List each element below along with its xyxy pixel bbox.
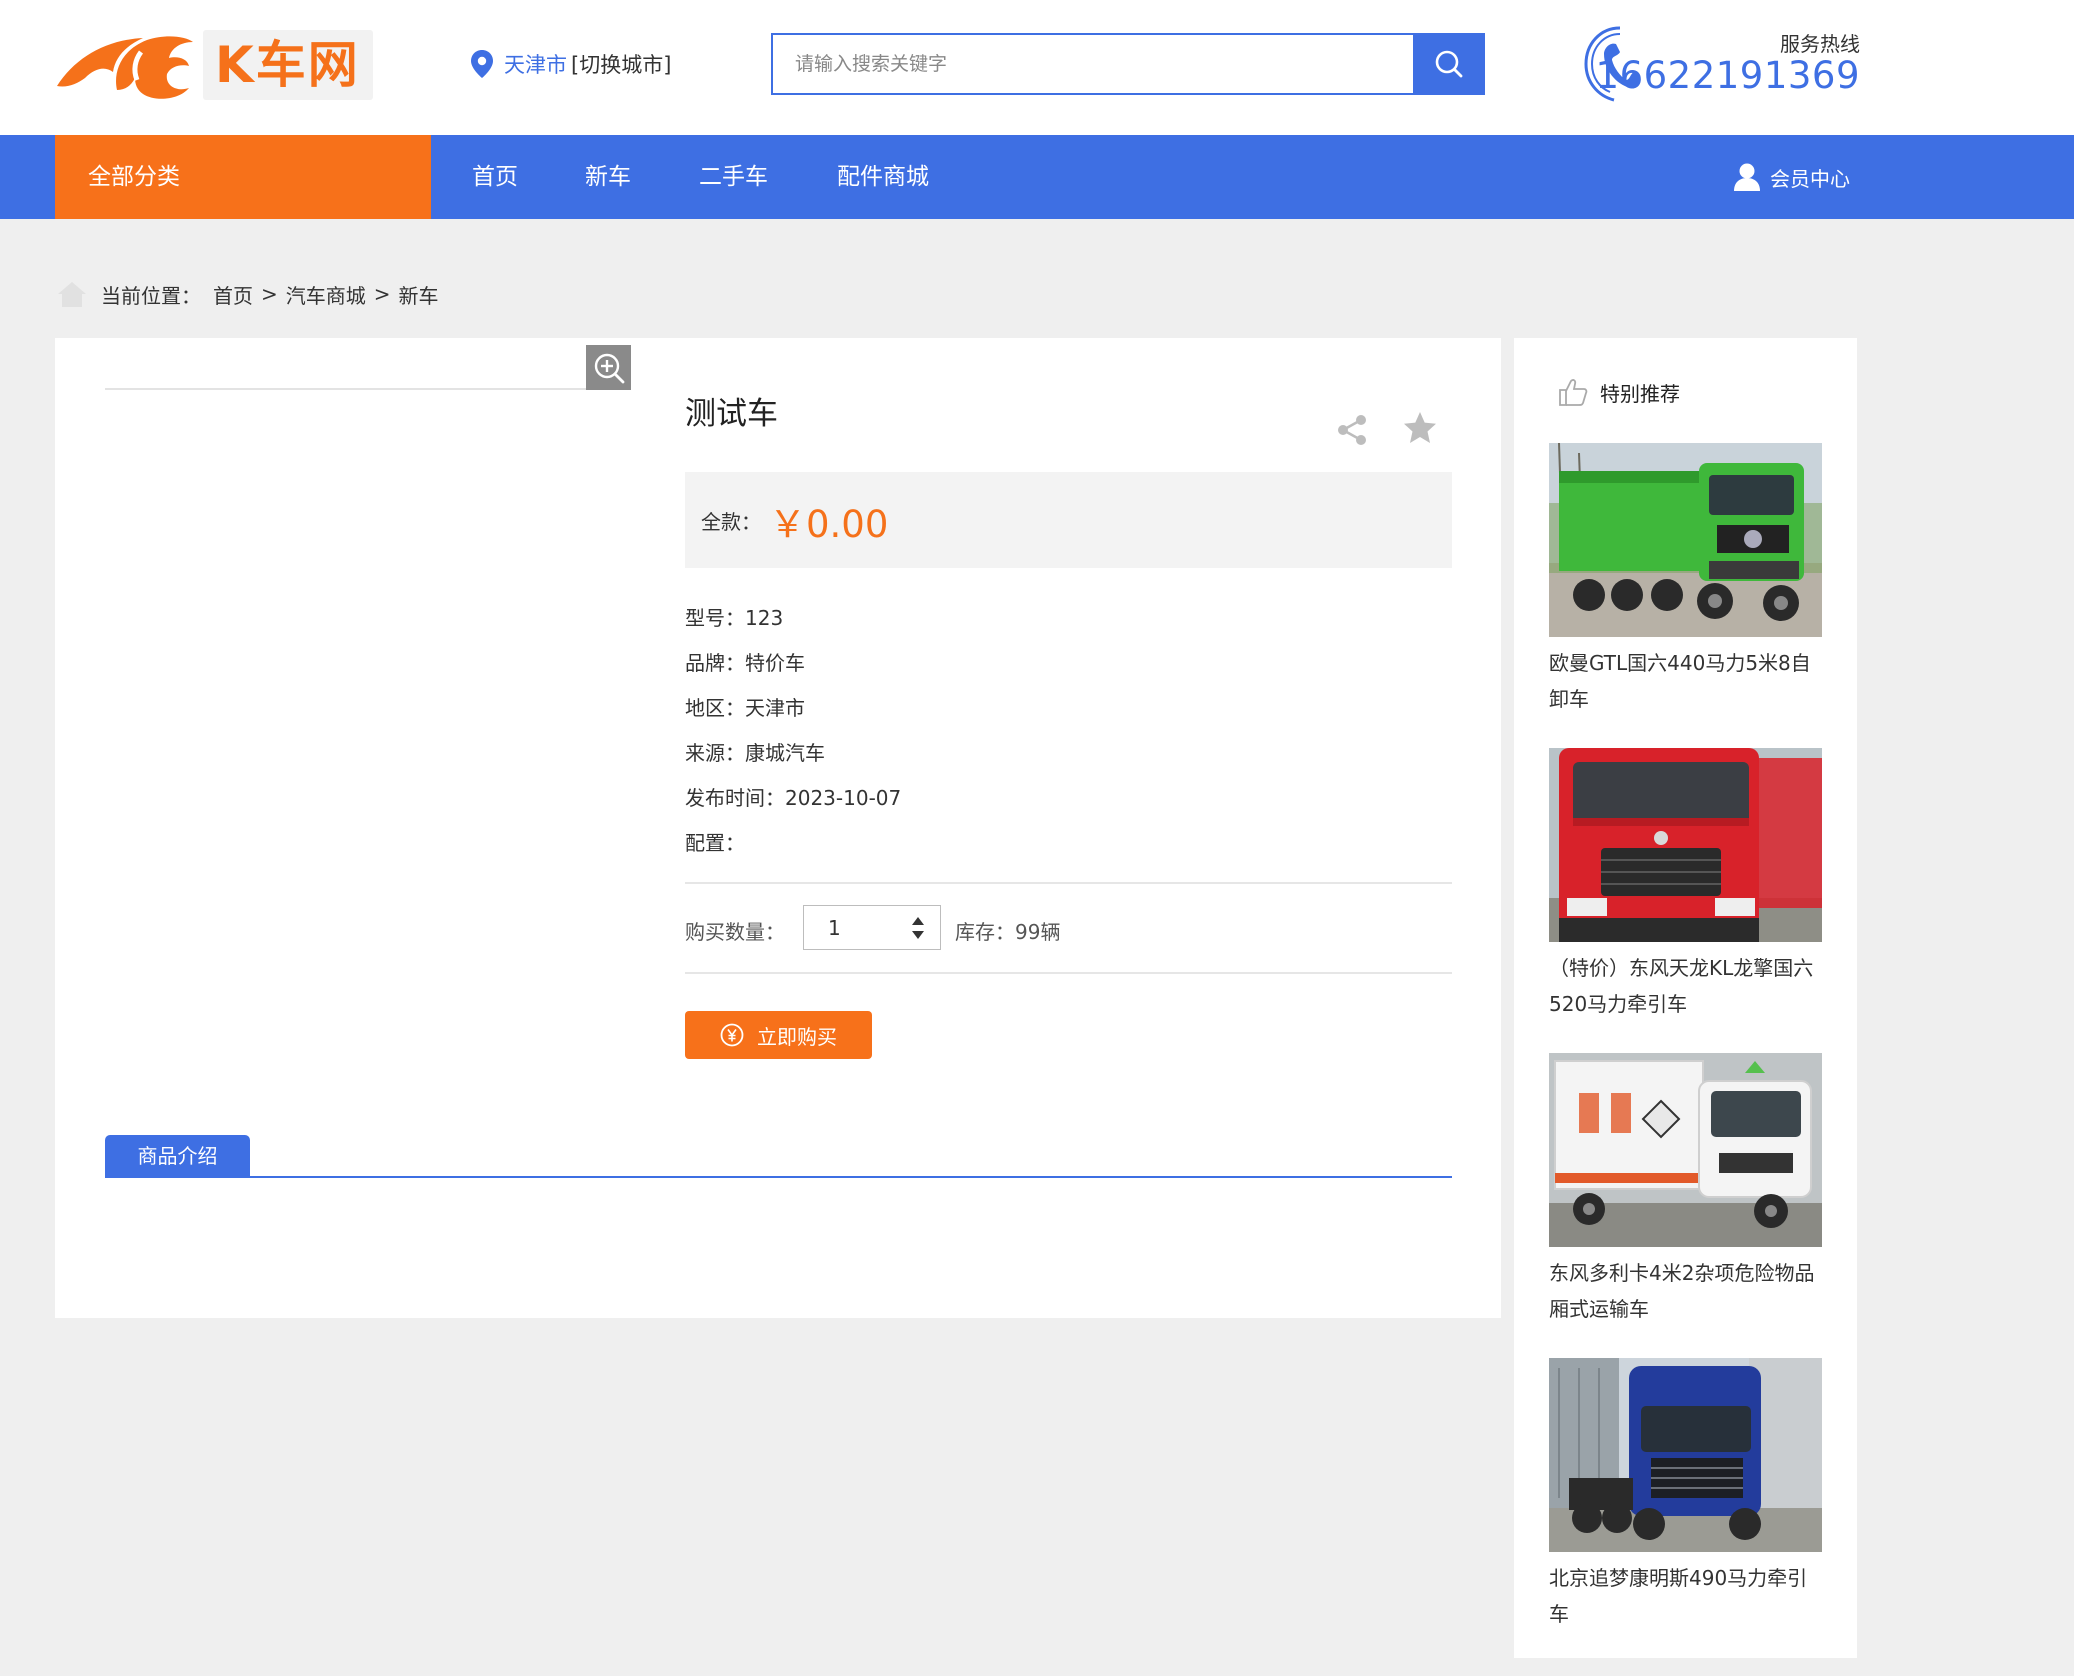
location-selector[interactable]: 天津市 [切换城市] — [470, 48, 671, 80]
hotline-number[interactable]: 16622191369 — [1596, 54, 1860, 97]
recommend-item-title[interactable]: 北京追梦康明斯490马力牵引车 — [1549, 1560, 1822, 1632]
price-value: ￥0.00 — [769, 503, 889, 546]
recommend-item[interactable]: （特价）东风天龙KL龙擎国六520马力牵引车 — [1549, 748, 1822, 1022]
search-icon — [1435, 50, 1463, 78]
logo-text: K车网 — [215, 36, 360, 94]
nav-item-parts-mall[interactable]: 配件商城 — [837, 135, 929, 219]
gallery-divider — [105, 388, 631, 390]
spec-model: 型号：123 — [685, 606, 784, 630]
recommend-item[interactable]: 北京追梦康明斯490马力牵引车 — [1549, 1358, 1822, 1632]
truck-image — [1549, 748, 1822, 942]
favorite-star-icon[interactable] — [1402, 410, 1438, 446]
price-label: 全款： — [701, 510, 761, 534]
recommend-item-title[interactable]: 欧曼GTL国六440马力5米8自卸车 — [1549, 645, 1822, 717]
service-hotline: 服务热线 16622191369 — [1580, 24, 1860, 104]
member-center-label: 会员中心 — [1770, 166, 1850, 191]
spec-region: 地区：天津市 — [685, 696, 805, 720]
quantity-stepper — [803, 905, 941, 950]
current-city[interactable]: 天津市 — [504, 49, 567, 79]
stock-count: 库存：99辆 — [955, 920, 1061, 944]
site-logo[interactable]: K车网 — [55, 28, 375, 102]
truck-image — [1549, 1053, 1822, 1247]
spec-publish-date: 发布时间：2023-10-07 — [685, 786, 902, 810]
logo-text-box: K车网 — [203, 30, 373, 100]
recommend-item-title[interactable]: 东风多利卡4米2杂项危险物品厢式运输车 — [1549, 1255, 1822, 1327]
yen-coin-icon — [720, 1023, 744, 1047]
zoom-in-icon — [594, 353, 624, 383]
spec-source: 来源：康城汽车 — [685, 741, 825, 765]
recommend-title: 特别推荐 — [1600, 381, 1680, 406]
recommend-sidebar: 特别推荐 欧曼GTL国六440马力5米8自卸车 （特价）东风天龙KL龙擎国六52… — [1514, 338, 1857, 1658]
hotline-label: 服务热线 — [1780, 32, 1860, 56]
spec-brand: 品牌：特价车 — [685, 651, 805, 675]
thumbs-up-icon — [1559, 379, 1588, 406]
recommend-item[interactable]: 欧曼GTL国六440马力5米8自卸车 — [1549, 443, 1822, 717]
tab-product-intro[interactable]: 商品介绍 — [105, 1135, 250, 1177]
tab-underline — [105, 1176, 1452, 1178]
breadcrumb: 当前位置： 首页 > 汽车商城 > 新车 — [57, 278, 439, 310]
zoom-button[interactable] — [586, 345, 631, 390]
all-categories-button[interactable]: 全部分类 — [55, 135, 431, 219]
buy-now-button[interactable]: 立即购买 — [685, 1011, 872, 1059]
nav-item-home[interactable]: 首页 — [472, 135, 518, 219]
breadcrumb-new-car[interactable]: 新车 — [399, 280, 439, 309]
truck-image — [1549, 443, 1822, 637]
member-center-link[interactable]: 会员中心 — [1733, 159, 1850, 195]
quantity-input[interactable] — [804, 906, 904, 949]
divider — [685, 972, 1452, 974]
breadcrumb-prefix: 当前位置： — [101, 283, 201, 308]
breadcrumb-home[interactable]: 首页 — [213, 280, 253, 309]
logo-mark-icon — [57, 36, 193, 99]
quantity-label: 购买数量： — [685, 920, 785, 944]
buy-now-label: 立即购买 — [757, 1024, 837, 1049]
user-icon — [1734, 163, 1760, 191]
site-header: K车网 天津市 [切换城市] 服务热线 16622191369 — [0, 0, 2074, 135]
nav-item-used-car[interactable]: 二手车 — [699, 135, 768, 219]
search-bar — [771, 33, 1485, 95]
truck-image — [1549, 1358, 1822, 1552]
search-input[interactable] — [773, 35, 1413, 93]
recommend-item[interactable]: 东风多利卡4米2杂项危险物品厢式运输车 — [1549, 1053, 1822, 1327]
breadcrumb-separator: > — [373, 282, 391, 306]
recommend-item-title[interactable]: （特价）东风天龙KL龙擎国六520马力牵引车 — [1549, 950, 1822, 1022]
divider — [685, 882, 1452, 884]
spec-list: 型号：123 品牌：特价车 地区：天津市 来源：康城汽车 发布时间：2023-1… — [685, 596, 901, 866]
share-icon[interactable] — [1335, 413, 1369, 447]
product-title: 测试车 — [685, 396, 778, 432]
home-icon — [58, 282, 86, 307]
main-nav: 全部分类 首页 新车 二手车 配件商城 会员中心 — [0, 135, 2074, 219]
spec-configuration: 配置： — [685, 831, 745, 855]
location-pin-icon — [471, 50, 493, 78]
price-box: 全款： ￥0.00 — [685, 472, 1452, 568]
product-detail-card: 测试车 全款： ￥0.00 型号：123 品牌：特价车 地区：天津市 来源：康城… — [55, 338, 1501, 1318]
search-button[interactable] — [1413, 33, 1485, 95]
nav-item-new-car[interactable]: 新车 — [585, 135, 631, 219]
switch-city-link[interactable]: [切换城市] — [571, 49, 671, 79]
breadcrumb-car-mall[interactable]: 汽车商城 — [286, 280, 366, 309]
breadcrumb-separator: > — [261, 282, 278, 306]
recommend-header: 特别推荐 — [1558, 374, 1680, 410]
spinner-arrows-icon[interactable] — [910, 914, 926, 942]
